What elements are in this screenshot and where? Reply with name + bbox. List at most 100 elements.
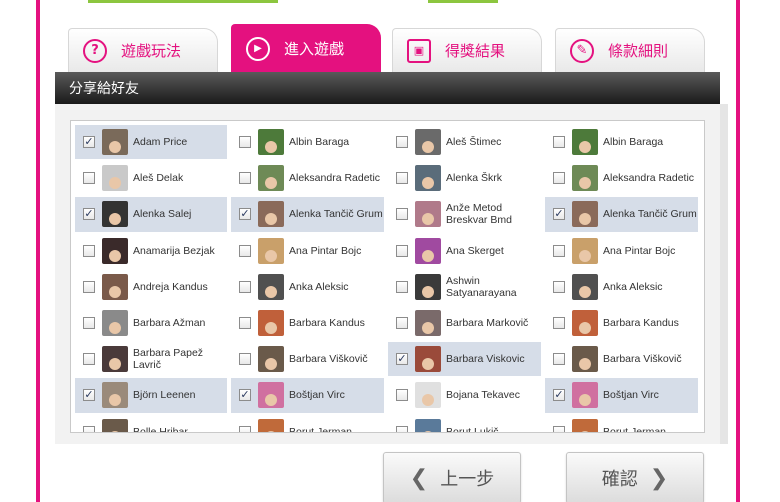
friend-checkbox[interactable]: ✓ xyxy=(239,208,251,221)
tab-how-to-play[interactable]: ? 遊戲玩法 xyxy=(68,28,218,72)
friend-item[interactable]: Anka Aleksic xyxy=(545,270,698,304)
friend-item[interactable]: Aleksandra Radetic xyxy=(231,161,384,195)
friend-checkbox[interactable]: ✓ xyxy=(83,208,95,221)
friend-item[interactable]: ✓ Alenka Tančič Grum xyxy=(231,197,384,232)
friend-checkbox[interactable]: ✓ xyxy=(83,136,95,149)
friend-checkbox[interactable] xyxy=(396,244,408,257)
friend-checkbox[interactable] xyxy=(396,172,408,185)
friend-item[interactable]: Barbara Kandus xyxy=(545,306,698,340)
friend-item[interactable]: Anamarija Bezjak xyxy=(75,234,227,268)
friend-checkbox[interactable] xyxy=(83,244,95,257)
friend-item[interactable]: Bolle Hribar xyxy=(75,415,227,432)
friend-item[interactable]: Albin Baraga xyxy=(545,125,698,159)
friend-name: Bojana Tekavec xyxy=(446,389,520,402)
friend-checkbox[interactable] xyxy=(83,353,95,366)
friend-checkbox[interactable] xyxy=(553,425,565,432)
friend-avatar xyxy=(572,165,598,192)
friend-checkbox[interactable]: ✓ xyxy=(83,389,95,402)
friend-checkbox[interactable]: ✓ xyxy=(553,389,565,402)
friend-list[interactable]: ✓ Adam Price Albin Baraga Aleš Štimec Albin … xyxy=(70,120,705,433)
friend-item[interactable]: Aleš Štimec xyxy=(388,125,541,159)
top-accent-bar xyxy=(88,0,278,3)
friend-checkbox[interactable] xyxy=(396,317,408,330)
friend-name: Ana Skerget xyxy=(446,244,504,257)
friend-checkbox[interactable] xyxy=(83,280,95,293)
friend-checkbox[interactable] xyxy=(239,244,251,257)
friend-checkbox[interactable]: ✓ xyxy=(239,389,251,402)
friend-checkbox[interactable] xyxy=(553,244,565,257)
friend-item[interactable]: Bojana Tekavec xyxy=(388,378,541,412)
friend-checkbox[interactable] xyxy=(553,136,565,149)
friend-item[interactable]: Ana Pintar Bojc xyxy=(231,234,384,268)
friend-avatar xyxy=(415,165,441,192)
friend-item[interactable]: Aleksandra Radetic xyxy=(545,161,698,195)
friend-item[interactable]: Albin Baraga xyxy=(231,125,384,159)
friend-checkbox[interactable] xyxy=(396,389,408,402)
friend-item[interactable]: Ana Pintar Bojc xyxy=(545,234,698,268)
friend-checkbox[interactable] xyxy=(239,136,251,149)
friend-name: Borut Jerman xyxy=(603,425,667,433)
friend-item[interactable]: Barbara Viškovič xyxy=(545,342,698,376)
friend-checkbox[interactable] xyxy=(553,317,565,330)
friend-item[interactable]: ✓ Adam Price xyxy=(75,125,227,160)
friend-item[interactable]: ✓ Björn Leenen xyxy=(75,378,227,413)
friend-item[interactable]: ✓ Barbara Viskovic xyxy=(388,342,541,377)
friend-name: Aleš Delak xyxy=(133,172,184,185)
friend-item[interactable]: Barbara Ažman xyxy=(75,306,227,340)
friend-avatar xyxy=(258,310,284,337)
friend-checkbox[interactable] xyxy=(83,172,95,185)
tab-enter-game[interactable]: ▶ 進入遊戲 xyxy=(231,24,381,72)
friend-checkbox[interactable] xyxy=(239,280,251,293)
friend-item[interactable]: Ana Skerget xyxy=(388,234,541,268)
friend-checkbox[interactable] xyxy=(553,353,565,366)
panel-title: 分享給好友 xyxy=(69,81,139,97)
friend-item[interactable]: ✓ Boštjan Virc xyxy=(545,378,698,413)
friend-item[interactable]: Borut Jerman xyxy=(231,415,384,432)
friend-checkbox[interactable] xyxy=(396,425,408,432)
friend-item[interactable]: Andreja Kandus xyxy=(75,270,227,304)
friend-item[interactable]: Barbara Papež Lavrič xyxy=(75,342,227,376)
friend-item[interactable]: Ashwin Satyanarayana xyxy=(388,270,541,304)
friend-checkbox[interactable] xyxy=(553,172,565,185)
friend-name: Aleksandra Radetic xyxy=(603,172,695,185)
confirm-button[interactable]: 確認 ❯ xyxy=(566,452,704,502)
prev-step-button[interactable]: ❮ 上一步 xyxy=(383,452,521,502)
friend-checkbox[interactable] xyxy=(396,280,408,293)
friend-name: Barbara Viškovič xyxy=(289,353,368,366)
friend-item[interactable]: Borut Lukič xyxy=(388,415,541,432)
friend-checkbox[interactable]: ✓ xyxy=(396,353,408,366)
tab-terms[interactable]: ✎ 條款細則 xyxy=(555,28,705,72)
friend-item[interactable]: Anže Metod Breskvar Bmd xyxy=(388,197,541,231)
friend-checkbox[interactable] xyxy=(553,280,565,293)
panel-scrollbar[interactable] xyxy=(720,104,728,444)
friend-checkbox[interactable] xyxy=(83,317,95,330)
friend-item[interactable]: Alenka Škrk xyxy=(388,161,541,195)
friend-avatar xyxy=(102,310,128,337)
friend-name: Alenka Tančič Grum xyxy=(603,208,697,221)
top-accent-bar xyxy=(428,0,498,3)
tab-winners[interactable]: ▣ 得獎結果 xyxy=(392,28,542,72)
friend-item[interactable]: Barbara Markovič xyxy=(388,306,541,340)
friend-avatar xyxy=(572,129,598,156)
friend-item[interactable]: Barbara Kandus xyxy=(231,306,384,340)
friend-item[interactable]: Barbara Viškovič xyxy=(231,342,384,376)
friend-checkbox[interactable]: ✓ xyxy=(553,208,565,221)
friend-avatar xyxy=(102,273,128,300)
friend-checkbox[interactable] xyxy=(396,208,408,221)
friend-item[interactable]: Anka Aleksic xyxy=(231,270,384,304)
friend-checkbox[interactable] xyxy=(239,172,251,185)
friend-avatar xyxy=(415,273,441,300)
friend-item[interactable]: Aleš Delak xyxy=(75,161,227,195)
friend-checkbox[interactable] xyxy=(83,425,95,432)
friend-item[interactable]: ✓ Boštjan Virc xyxy=(231,378,384,413)
friend-item[interactable]: ✓ Alenka Tančič Grum xyxy=(545,197,698,232)
friend-checkbox[interactable] xyxy=(239,425,251,432)
friend-checkbox[interactable] xyxy=(239,317,251,330)
friend-checkbox[interactable] xyxy=(239,353,251,366)
gift-icon: ▣ xyxy=(407,38,431,63)
friend-checkbox[interactable] xyxy=(396,136,408,149)
friend-item[interactable]: ✓ Alenka Salej xyxy=(75,197,227,232)
friend-item[interactable]: Borut Jerman xyxy=(545,415,698,433)
friend-name: Anka Aleksic xyxy=(603,280,663,293)
friend-name: Anže Metod Breskvar Bmd xyxy=(446,202,512,227)
